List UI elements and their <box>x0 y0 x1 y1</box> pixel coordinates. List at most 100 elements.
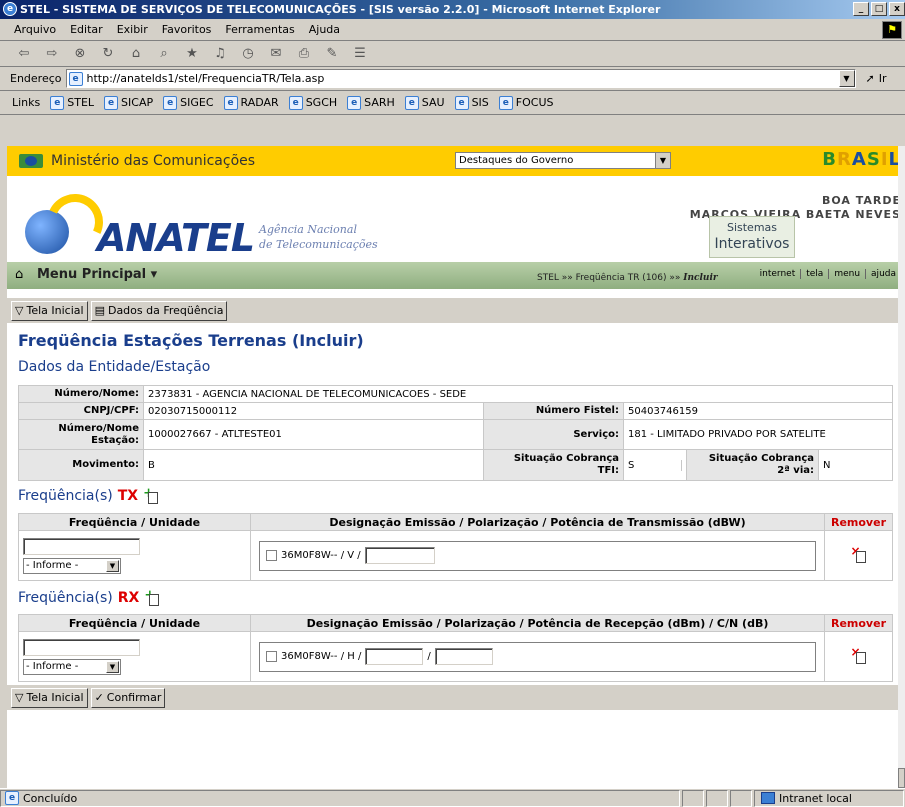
funnel-icon: ▽ <box>15 304 24 317</box>
situacao-2via-label: Situação Cobrança 2ª via: <box>687 450 819 480</box>
tx-col-remover: Remover <box>824 513 893 531</box>
confirmar-button[interactable]: ✓ Confirmar <box>90 687 166 708</box>
link-sis[interactable]: e SIS <box>454 95 489 110</box>
remove-tx-icon[interactable]: × <box>851 544 867 565</box>
link-stel[interactable]: e STEL <box>50 95 94 110</box>
tx-unidade-select[interactable]: - Informe - ▼ <box>23 557 121 574</box>
ministerio-link[interactable]: Ministério das Comunicações <box>51 153 255 169</box>
menu-ferramentas[interactable]: Ferramentas <box>225 23 294 36</box>
rx-separator: / <box>427 651 431 662</box>
rx-frequencia-cell: - Informe - ▼ <box>18 631 251 682</box>
address-bar: Endereço e http://anatelds1/stel/Frequen… <box>0 67 905 91</box>
home-icon[interactable]: ⌂ <box>126 46 146 61</box>
menu-editar[interactable]: Editar <box>70 23 103 36</box>
brazil-flag-icon <box>19 154 43 168</box>
minimize-button[interactable]: _ <box>853 2 869 16</box>
link-sgch[interactable]: e SGCH <box>288 95 337 110</box>
nav-link-menu[interactable]: menu <box>829 269 867 279</box>
tx-designacao-cell: 36M0F8W-- / V / <box>250 530 825 581</box>
servico-label: Serviço: <box>483 419 624 450</box>
rx-unidade-select[interactable]: - Informe - ▼ <box>23 658 121 675</box>
tx-designacao-checkbox[interactable] <box>266 550 277 561</box>
status-text: Concluído <box>23 791 78 805</box>
tx-frequencia-cell: - Informe - ▼ <box>18 530 251 581</box>
window-titlebar: e STEL - SISTEMA DE SERVIÇOS DE TELECOMU… <box>0 0 905 19</box>
close-button[interactable]: x <box>889 2 905 16</box>
page-icon: e <box>454 95 469 110</box>
tela-inicial-button[interactable]: ▽ Tela Inicial <box>11 687 88 708</box>
rx-designacao-text: 36M0F8W-- / H / <box>281 651 362 662</box>
zone-text: Intranet local <box>779 791 852 805</box>
nav-link-tela[interactable]: tela <box>801 269 830 279</box>
rx-designacao-box: 36M0F8W-- / H / / <box>259 641 816 672</box>
nav-link-ajuda[interactable]: ajuda <box>866 269 901 279</box>
nav-link-internet[interactable]: internet <box>755 269 802 279</box>
breadcrumb: STEL »» Freqüência TR (106) »» Incluir <box>537 273 718 283</box>
go-label[interactable]: Ir <box>879 72 887 85</box>
site-header: ANATEL Agência Nacional de Telecomunicaç… <box>7 176 905 262</box>
stop-icon[interactable]: ⊗ <box>70 46 90 61</box>
media-icon[interactable]: ♫ <box>210 46 230 61</box>
history-icon[interactable]: ◷ <box>238 46 258 61</box>
menu-exibir[interactable]: Exibir <box>117 23 148 36</box>
back-icon[interactable]: ⇦ <box>14 46 34 61</box>
search-icon[interactable]: ⌕ <box>154 46 174 61</box>
tx-tag: TX <box>117 488 139 504</box>
link-sicap[interactable]: e SICAP <box>104 95 153 110</box>
rx-col-remover: Remover <box>824 614 893 632</box>
tela-inicial-button[interactable]: ▽ Tela Inicial <box>11 300 88 321</box>
rx-cn-input[interactable] <box>434 648 493 665</box>
link-sigec[interactable]: e SIGEC <box>163 95 214 110</box>
chevron-down-icon[interactable]: ▼ <box>106 660 119 673</box>
edit-icon[interactable]: ✎ <box>322 46 342 61</box>
forward-icon[interactable]: ⇨ <box>42 46 62 61</box>
tx-section-title: Freqüência(s) TX + <box>18 486 159 504</box>
maximize-button[interactable]: □ <box>871 2 887 16</box>
tx-title-text: Freqüência(s) <box>18 488 113 504</box>
chevron-down-icon[interactable]: ▼ <box>106 559 119 572</box>
tx-frequencia-input[interactable] <box>23 537 140 555</box>
discuss-icon[interactable]: ☰ <box>350 46 370 61</box>
home-icon[interactable]: ⌂ <box>15 267 23 282</box>
rx-potencia-input[interactable] <box>365 648 424 665</box>
menu-bar: Arquivo Editar Exibir Favoritos Ferramen… <box>0 19 905 41</box>
scrollbar-thumb[interactable] <box>898 768 905 788</box>
rx-frequencia-input[interactable] <box>23 638 140 656</box>
chevron-down-icon[interactable]: ▼ <box>655 153 670 168</box>
menu-arquivo[interactable]: Arquivo <box>14 23 56 36</box>
address-input[interactable]: e http://anatelds1/stel/FrequenciaTR/Tel… <box>65 69 856 88</box>
destaques-select[interactable]: Destaques do Governo ▼ <box>455 152 671 169</box>
link-sarh[interactable]: e SARH <box>347 95 395 110</box>
remove-rx-icon[interactable]: × <box>851 645 867 666</box>
favorites-icon[interactable]: ★ <box>182 46 202 61</box>
add-rx-icon[interactable]: + <box>144 588 160 606</box>
agencia-line-1: Agência Nacional <box>259 223 357 236</box>
link-radar[interactable]: e RADAR <box>223 95 279 110</box>
rx-designacao-checkbox[interactable] <box>266 651 277 662</box>
situacao-tfi-label: Situação Cobrança TFI: <box>483 449 624 481</box>
address-dropdown-icon[interactable]: ▼ <box>838 70 855 87</box>
menu-favoritos[interactable]: Favoritos <box>162 23 212 36</box>
nav-links: internet tela menu ajuda <box>755 269 901 279</box>
check-icon: ✓ <box>94 691 104 704</box>
add-tx-icon[interactable]: + <box>143 486 159 504</box>
menu-ajuda[interactable]: Ajuda <box>309 23 340 36</box>
page-icon: e <box>347 95 362 110</box>
cnpj-value: 02030715000112 <box>143 402 484 420</box>
dados-frequencia-button[interactable]: ▤ Dados da Freqüência <box>90 300 228 321</box>
vertical-scrollbar[interactable] <box>898 146 905 788</box>
print-icon[interactable]: ⎙ <box>294 46 314 61</box>
mail-icon[interactable]: ✉ <box>266 46 286 61</box>
sistemas-interativos-box[interactable]: Sistemas Interativos <box>709 216 795 258</box>
tx-potencia-input[interactable] <box>364 547 435 564</box>
rx-designacao-cell: 36M0F8W-- / H / / <box>250 631 825 682</box>
link-sau[interactable]: e SAU <box>404 95 445 110</box>
browser-toolbar: ⇦ ⇨ ⊗ ↻ ⌂ ⌕ ★ ♫ ◷ ✉ ⎙ ✎ ☰ <box>0 41 905 67</box>
link-focus[interactable]: e FOCUS <box>498 95 553 110</box>
movimento-label: Movimento: <box>18 449 144 481</box>
go-arrow-icon[interactable]: ➚ <box>866 72 875 85</box>
tx-designacao-box: 36M0F8W-- / V / <box>259 540 816 571</box>
rx-tag: RX <box>117 590 140 606</box>
menu-principal[interactable]: Menu Principal ▾ <box>37 267 157 282</box>
refresh-icon[interactable]: ↻ <box>98 46 118 61</box>
